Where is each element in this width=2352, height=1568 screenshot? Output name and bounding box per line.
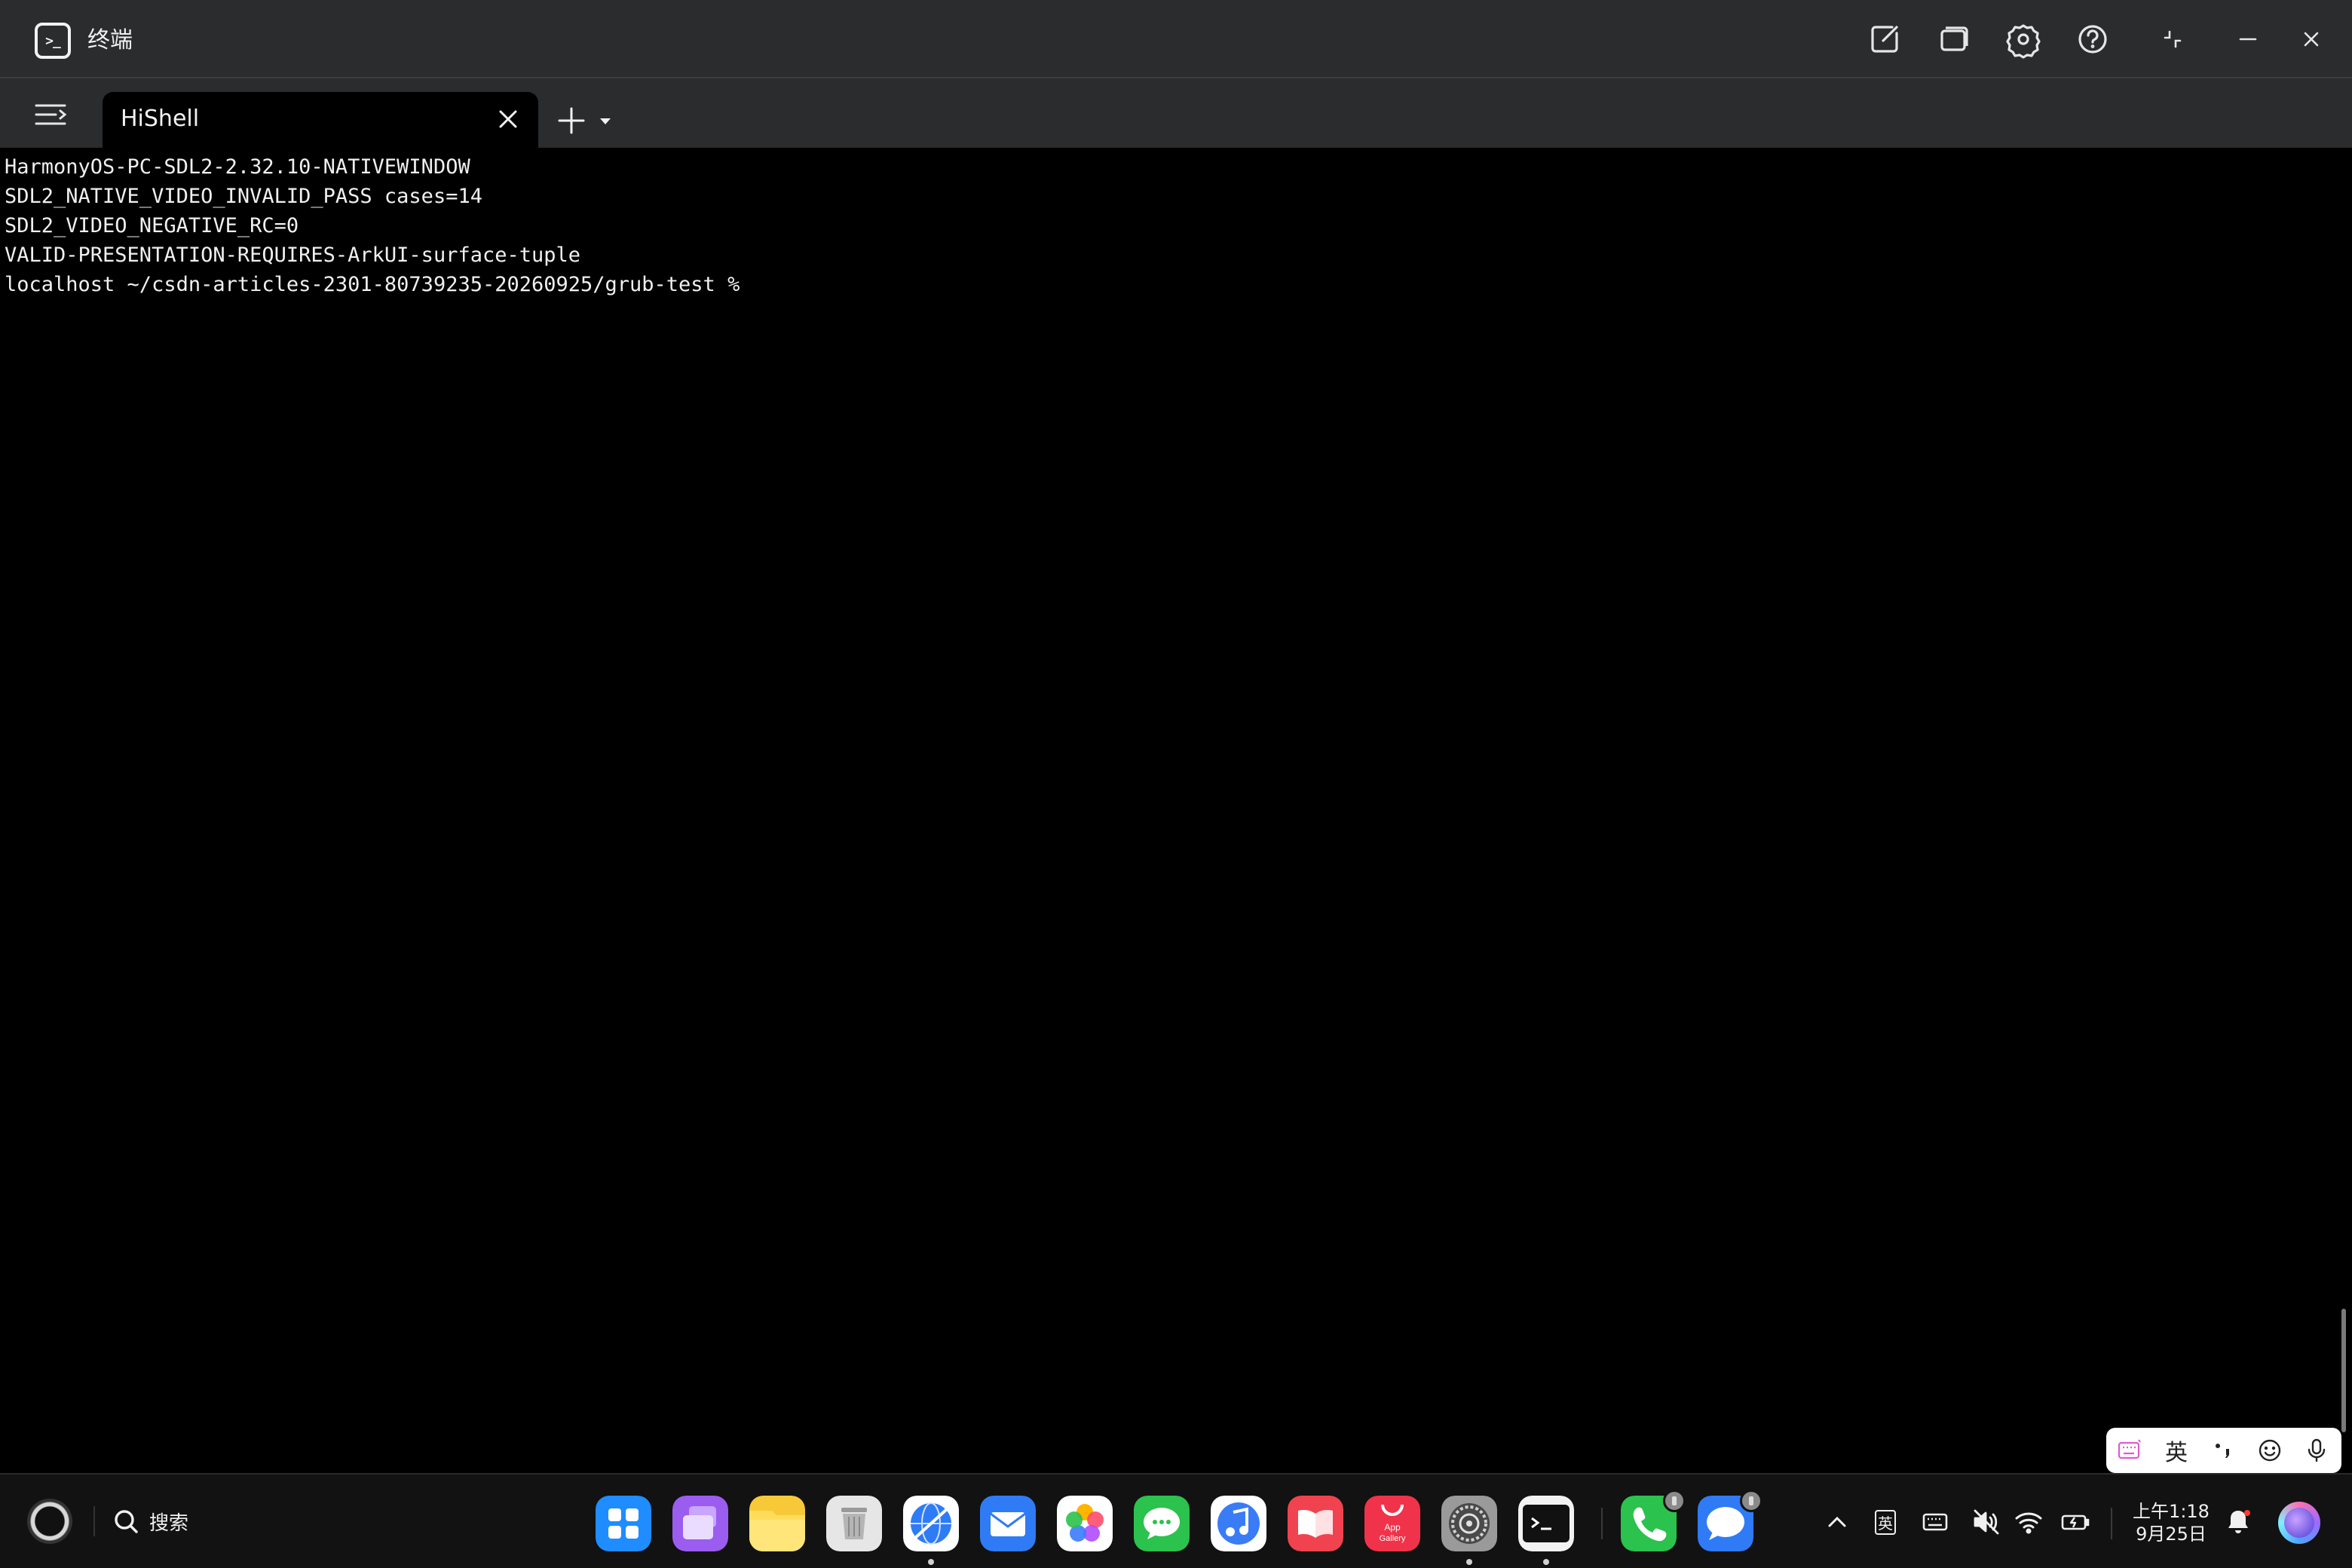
minimize-icon[interactable] <box>2228 20 2268 59</box>
terminal-line: SDL2_NATIVE_VIDEO_INVALID_PASS cases=14 <box>5 185 482 208</box>
scrollbar-thumb[interactable] <box>2341 1309 2346 1432</box>
assistant-orb-icon[interactable] <box>2278 1502 2320 1544</box>
taskbar-divider <box>93 1506 95 1536</box>
bell-icon[interactable] <box>2222 1506 2254 1538</box>
volume-muted-icon[interactable] <box>1971 1506 2002 1538</box>
help-icon[interactable] <box>2073 20 2112 59</box>
dock-separator <box>1601 1508 1603 1539</box>
battery-charging-icon[interactable] <box>2060 1506 2091 1538</box>
windows-icon[interactable] <box>1934 20 1974 59</box>
terminal-app-icon: >_ <box>35 23 71 59</box>
ime-toolbar: 英 <box>2106 1428 2341 1473</box>
chevron-up-icon[interactable] <box>1821 1506 1853 1538</box>
tab-label: HiShell <box>121 106 200 132</box>
chat-badge <box>1740 1490 1762 1512</box>
terminal-app-dock-icon[interactable] <box>1518 1496 1574 1551</box>
settings-app-icon[interactable] <box>1441 1496 1497 1551</box>
search-label: 搜索 <box>149 1511 189 1535</box>
mic-icon[interactable] <box>2293 1428 2340 1473</box>
mail-app-icon[interactable] <box>980 1496 1036 1551</box>
multitask-app-icon[interactable] <box>672 1496 728 1551</box>
tray-separator <box>2111 1508 2112 1539</box>
files-app-icon[interactable] <box>749 1496 805 1551</box>
terminal-output[interactable]: HarmonyOS-PC-SDL2-2.32.10-NATIVEWINDOW S… <box>0 148 2335 1473</box>
search-icon <box>115 1510 138 1533</box>
taskbar: 搜索 App Gallery 英 上午1:18 9月25日 <box>0 1473 2352 1568</box>
ime-lang-toggle[interactable]: 英 <box>2153 1428 2200 1473</box>
restore-icon[interactable] <box>2153 20 2192 59</box>
search-button[interactable]: 搜索 <box>112 1505 188 1538</box>
terminal-line: SDL2_VIDEO_NEGATIVE_RC=0 <box>5 214 299 237</box>
tab-hishell[interactable]: HiShell <box>103 92 538 148</box>
photos-app-icon[interactable] <box>1057 1496 1113 1551</box>
wifi-icon[interactable] <box>2013 1506 2044 1538</box>
browser-app-icon[interactable] <box>903 1496 959 1551</box>
close-icon[interactable] <box>2292 20 2331 59</box>
clock[interactable]: 上午1:18 9月25日 <box>2126 1500 2216 1545</box>
music-app-icon[interactable] <box>1211 1496 1266 1551</box>
start-button[interactable] <box>27 1499 72 1544</box>
clock-time: 上午1:18 <box>2133 1501 2210 1522</box>
gear-icon[interactable] <box>2004 20 2043 59</box>
keyboard-tray-icon[interactable] <box>1919 1506 1951 1538</box>
messages-app-icon[interactable] <box>1134 1496 1190 1551</box>
ime-indicator[interactable]: 英 <box>1870 1506 1901 1538</box>
running-indicator <box>1543 1559 1549 1565</box>
app-gallery-label-line2: Gallery <box>1380 1534 1406 1543</box>
launcher-app-icon[interactable] <box>596 1496 651 1551</box>
caret-down-icon[interactable] <box>599 116 612 127</box>
trash-app-icon[interactable] <box>826 1496 882 1551</box>
tab-bar: HiShell <box>0 78 2352 148</box>
plus-icon[interactable] <box>556 106 586 136</box>
tab-close-icon[interactable] <box>493 104 523 134</box>
punctuation-icon[interactable] <box>2200 1428 2246 1473</box>
terminal-line: HarmonyOS-PC-SDL2-2.32.10-NATIVEWINDOW <box>5 155 470 179</box>
title-bar: >_ 终端 <box>0 0 2352 78</box>
keyboard-icon[interactable] <box>2106 1428 2153 1473</box>
terminal-line: VALID-PRESENTATION-REQUIRES-ArkUI-surfac… <box>5 243 581 267</box>
terminal-lines: HarmonyOS-PC-SDL2-2.32.10-NATIVEWINDOW S… <box>0 148 2335 299</box>
sidebar-menu-icon[interactable] <box>33 100 68 130</box>
new-window-icon[interactable] <box>1865 20 1904 59</box>
running-indicator <box>1466 1559 1472 1565</box>
app-gallery-label-line1: App <box>1384 1522 1401 1533</box>
emoji-icon[interactable] <box>2246 1428 2293 1473</box>
books-app-icon[interactable] <box>1288 1496 1343 1551</box>
clock-date: 9月25日 <box>2136 1524 2207 1545</box>
phone-badge <box>1663 1490 1686 1512</box>
window-title: 终端 <box>87 27 133 54</box>
terminal-prompt: localhost ~/csdn-articles-2301-80739235-… <box>5 273 740 296</box>
scrollbar-track[interactable] <box>2335 148 2352 1473</box>
ime-indicator-label: 英 <box>1875 1509 1896 1535</box>
app-gallery-app-icon[interactable]: App Gallery <box>1364 1496 1420 1551</box>
running-indicator <box>928 1559 934 1565</box>
